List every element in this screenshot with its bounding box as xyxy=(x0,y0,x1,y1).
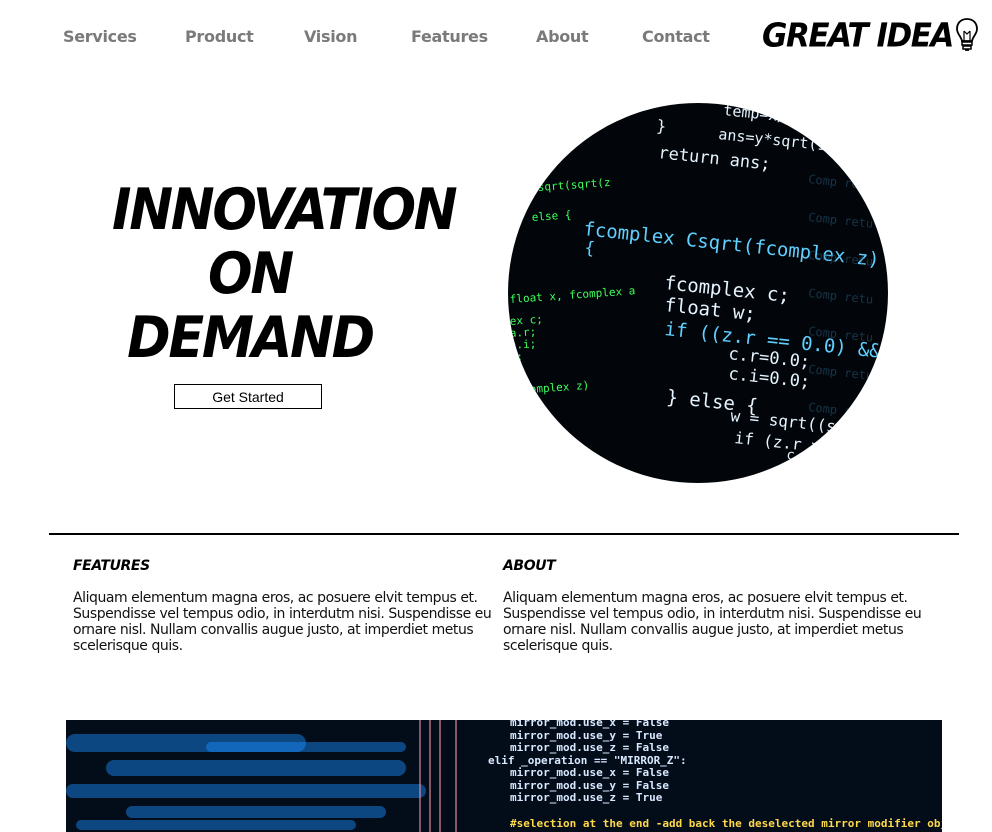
hero-code-bg-line: Comp retu xyxy=(808,210,874,231)
nav-product[interactable]: Product xyxy=(185,27,254,46)
light-streak xyxy=(206,742,406,752)
logo-text: GREAT IDEA xyxy=(762,17,954,55)
about-section: ABOUT Aliquam elementum magna eros, ac p… xyxy=(503,558,933,654)
light-streak xyxy=(106,760,406,776)
nav-vision[interactable]: Vision xyxy=(304,27,357,46)
features-text: Aliquam elementum magna eros, ac posuere… xyxy=(73,590,492,654)
lightbulb-icon xyxy=(955,18,978,51)
bottom-code-image: mirror_mod.use_x = False mirror_mod.use_y… xyxy=(66,720,942,832)
features-section: FEATURES Aliquam elementum magna eros, a… xyxy=(73,558,503,654)
hero-code-line: } xyxy=(656,116,668,136)
hero-code-line: { xyxy=(583,238,595,259)
about-heading: ABOUT xyxy=(503,558,556,574)
light-streak xyxy=(66,784,426,798)
hero-code-bg-line: Comp retu xyxy=(808,172,874,193)
light-streak xyxy=(76,820,356,830)
bottom-code-line: mirror_mod.use_z = True xyxy=(510,791,663,804)
hero-code-green-line: float x, fcomplex a xyxy=(509,284,635,306)
hero-code-line: c.r=w; xyxy=(786,447,838,468)
hero-title-line-2: ON xyxy=(208,241,294,307)
about-text: Aliquam elementum magna eros, ac posuere… xyxy=(503,590,922,654)
hero-title-line-3: DEMAND xyxy=(127,305,375,371)
hero-title: INNOVATION ON DEMAND xyxy=(112,177,458,371)
hero-code-green-line: sqrt(sqrt(z xyxy=(537,176,611,194)
bottom-code-line: mirror_mod.use_z = False xyxy=(510,741,669,754)
hero-code-image: temp=x/y;} ans=y*sqrt(1.0+temp*temp return… xyxy=(508,103,888,483)
logo[interactable]: GREAT IDEA xyxy=(762,14,979,58)
nav-about[interactable]: About xyxy=(536,27,589,46)
hero-code-green-line: omplex z) xyxy=(529,379,589,396)
bottom-code-line: mirror_mod.use_x = False xyxy=(510,720,669,729)
light-streak xyxy=(126,806,386,818)
code-screen-graphic: temp=x/y;} ans=y*sqrt(1.0+temp*tempreturn… xyxy=(509,103,888,468)
hero-code-line: return ans; xyxy=(657,143,771,175)
hero-code-bg-line: Comp retu xyxy=(808,286,874,307)
bottom-code-line: mirror_mod.use_x = False xyxy=(510,766,669,779)
hero-title-line-1: INNOVATION xyxy=(112,177,458,243)
hero-code-line: temp=x/y; xyxy=(723,103,806,127)
section-divider xyxy=(49,533,959,535)
hero-code-green-line: a.i; xyxy=(509,337,536,352)
features-heading: FEATURES xyxy=(73,558,150,574)
nav-features[interactable]: Features xyxy=(411,27,488,46)
code-banner-graphic: mirror_mod.use_x = Falsemirror_mod.use_y… xyxy=(66,720,942,832)
nav-contact[interactable]: Contact xyxy=(642,27,710,46)
top-nav: Services Product Vision Features About C… xyxy=(0,0,992,72)
nav-services[interactable]: Services xyxy=(63,27,137,46)
hero-code-green-line: else { xyxy=(531,208,572,224)
get-started-button[interactable]: Get Started xyxy=(174,384,322,409)
hero-code-green-line: c; xyxy=(509,350,523,364)
bottom-code-comment: #selection at the end -add back the dese… xyxy=(510,817,942,830)
hero-code-bg-line: Comp retu xyxy=(808,362,874,383)
